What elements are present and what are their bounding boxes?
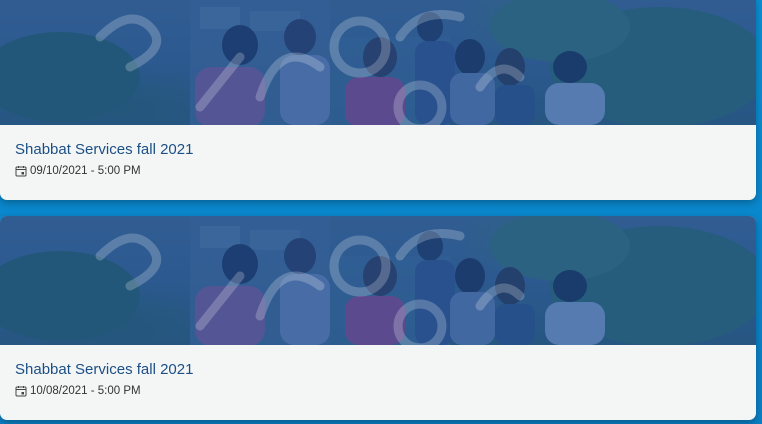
event-title[interactable]: Shabbat Services fall 2021	[15, 361, 741, 379]
event-title[interactable]: Shabbat Services fall 2021	[15, 141, 741, 159]
event-date: 10/08/2021 - 5:00 PM	[30, 385, 141, 397]
event-card[interactable]: Shabbat Services fall 2021 10/08/2021 - …	[0, 216, 756, 420]
image-tint-overlay	[0, 216, 756, 345]
event-image[interactable]	[0, 216, 756, 345]
event-card[interactable]: Shabbat Services fall 2021 09/10/2021 - …	[0, 0, 756, 200]
event-image[interactable]	[0, 0, 756, 125]
event-date-row: 09/10/2021 - 5:00 PM	[15, 165, 741, 177]
calendar-icon	[15, 385, 27, 397]
event-date-row: 10/08/2021 - 5:00 PM	[15, 385, 741, 397]
image-tint-overlay	[0, 0, 756, 125]
calendar-icon	[15, 165, 27, 177]
event-date: 09/10/2021 - 5:00 PM	[30, 165, 141, 177]
